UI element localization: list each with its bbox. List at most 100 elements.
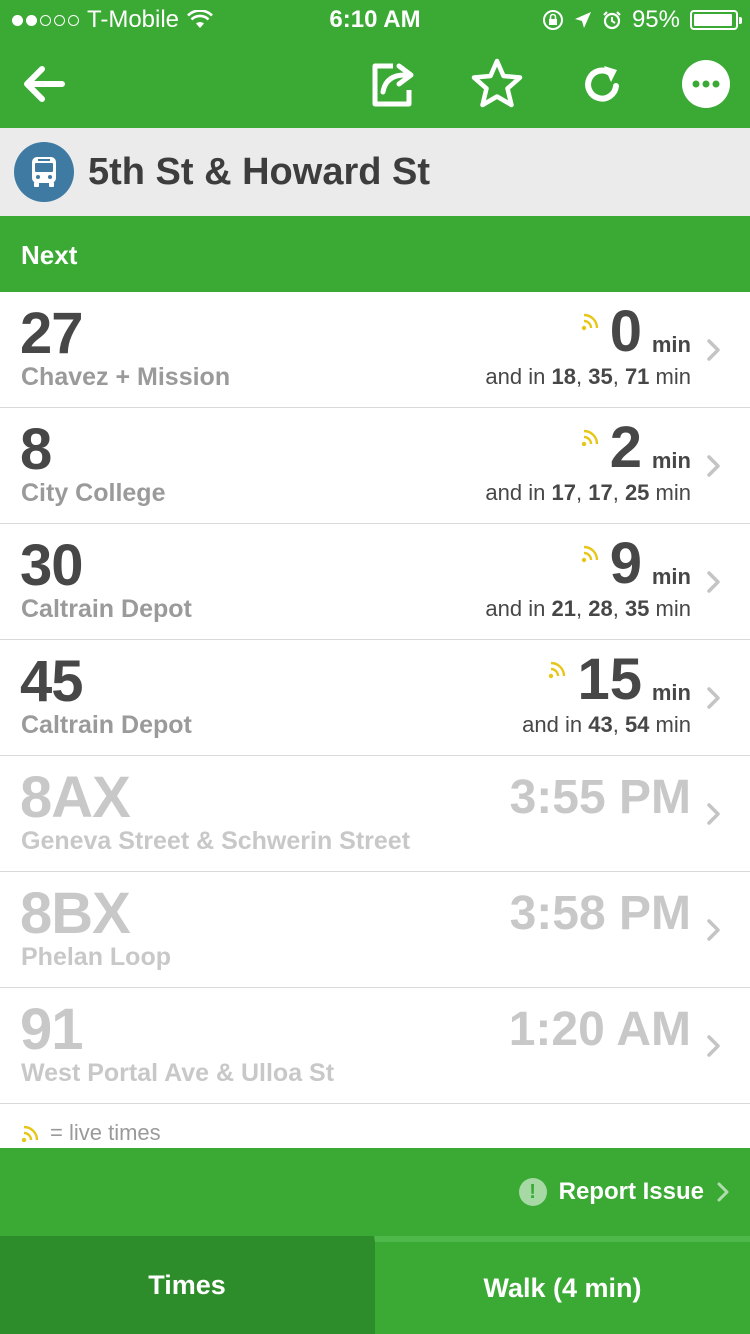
orientation-lock-icon xyxy=(542,10,563,30)
route-number: 45 xyxy=(20,649,84,714)
status-right: 95% xyxy=(542,6,742,34)
next-arrival: 9 xyxy=(609,531,642,596)
share-icon xyxy=(372,63,414,107)
report-bar: ! Report Issue xyxy=(0,1148,750,1236)
route-row[interactable]: 8AX Geneva Street & Schwerin Street 3:55 P… xyxy=(0,756,750,872)
route-number: 8AX xyxy=(20,765,131,830)
chevron-right-icon xyxy=(704,336,724,364)
alert-icon: ! xyxy=(518,1178,547,1206)
arrival-unit: min xyxy=(651,448,691,473)
route-row[interactable]: 30 Caltrain Depot 9 min and in 21, 28, 35 mi… xyxy=(0,524,750,640)
arrival-unit: min xyxy=(651,332,691,357)
arrow-left-icon xyxy=(24,66,65,102)
route-number: 30 xyxy=(20,533,84,598)
more-suffix: min xyxy=(655,480,691,505)
more-suffix: min xyxy=(655,596,691,621)
more-time: 54 xyxy=(624,712,650,737)
chevron-right-icon xyxy=(704,452,724,480)
chevron-right-icon xyxy=(704,684,724,712)
route-number: 27 xyxy=(20,301,84,366)
scheduled-time: 1:20 AM xyxy=(508,1003,691,1056)
location-arrow-icon xyxy=(574,12,591,28)
more-prefix: and in xyxy=(485,480,546,505)
next-arrival: 2 xyxy=(609,415,642,480)
more-button[interactable] xyxy=(666,40,746,128)
tab-walk[interactable]: Walk (4 min) xyxy=(374,1236,750,1334)
section-header-next: Next xyxy=(0,216,750,292)
scheduled-time: 3:55 PM xyxy=(509,771,691,824)
refresh-icon xyxy=(585,66,619,102)
chevron-right-icon xyxy=(704,1032,724,1060)
later-arrivals: and in 21, 28, 35 min xyxy=(485,596,691,621)
next-arrival: 0 xyxy=(609,299,642,364)
route-destination: City College xyxy=(21,479,166,507)
live-signal-icon xyxy=(580,542,602,564)
route-destination: West Portal Ave & Ulloa St xyxy=(21,1059,335,1087)
bottom-tab-bar: Times Walk (4 min) xyxy=(0,1236,750,1334)
more-time: 28 xyxy=(588,596,613,621)
stop-header: 5th St & Howard St xyxy=(0,128,750,216)
chevron-right-icon xyxy=(717,1182,729,1202)
next-arrival: 15 xyxy=(577,647,642,712)
route-number: 91 xyxy=(20,997,84,1062)
route-row[interactable]: 27 Chavez + Mission 0 min and in 18, 35, 71 … xyxy=(0,292,750,408)
route-number: 8 xyxy=(20,417,52,482)
route-row[interactable]: 8BX Phelan Loop 3:58 PM xyxy=(0,872,750,988)
more-time: 35 xyxy=(624,596,650,621)
route-row[interactable]: 91 West Portal Ave & Ulloa St 1:20 AM xyxy=(0,988,750,1104)
more-time: 71 xyxy=(624,364,650,389)
route-destination: Geneva Street & Schwerin Street xyxy=(21,827,411,855)
more-time: 35 xyxy=(588,364,613,389)
scheduled-time: 3:58 PM xyxy=(509,887,691,940)
more-prefix: and in xyxy=(485,364,546,389)
more-time: 18 xyxy=(551,364,576,389)
chevron-right-icon xyxy=(704,568,724,596)
chevron-right-icon xyxy=(704,916,724,944)
live-signal-icon xyxy=(547,658,569,680)
later-arrivals: and in 43, 54 min xyxy=(522,712,691,737)
star-icon xyxy=(471,58,523,108)
live-signal-icon xyxy=(580,310,602,332)
route-destination: Chavez + Mission xyxy=(21,363,231,391)
departures-list: 27 Chavez + Mission 0 min and in 18, 35, 71 … xyxy=(0,292,750,1104)
more-time: 17 xyxy=(588,480,613,505)
more-suffix: min xyxy=(655,364,691,389)
favorite-button[interactable] xyxy=(457,40,537,128)
legend-text: = live times xyxy=(50,1120,161,1145)
more-time: 17 xyxy=(551,480,576,505)
route-number: 8BX xyxy=(20,881,131,946)
more-time: 21 xyxy=(551,596,576,621)
arrival-unit: min xyxy=(651,564,691,589)
share-button[interactable] xyxy=(354,40,434,128)
more-prefix: and in xyxy=(485,596,546,621)
live-signal-icon xyxy=(21,1125,39,1143)
report-issue-label: Report Issue xyxy=(558,1178,704,1205)
report-issue-button[interactable]: ! Report Issue xyxy=(518,1148,730,1236)
arrival-unit: min xyxy=(651,680,691,705)
navigation-bar xyxy=(0,40,750,128)
more-icon xyxy=(682,60,730,108)
live-signal-icon xyxy=(580,426,602,448)
more-time: 25 xyxy=(624,480,650,505)
route-destination: Caltrain Depot xyxy=(21,711,192,739)
battery-icon xyxy=(690,10,742,30)
refresh-button[interactable] xyxy=(562,40,642,128)
chevron-right-icon xyxy=(704,800,724,828)
route-row[interactable]: 8 City College 2 min and in 17, 17, 25 min xyxy=(0,408,750,524)
battery-percent: 95% xyxy=(631,6,680,33)
live-times-legend: = live times xyxy=(20,1120,161,1146)
more-prefix: and in xyxy=(522,712,583,737)
alarm-icon xyxy=(603,11,621,30)
status-bar: T-Mobile 6:10 AM 95% xyxy=(0,0,750,40)
route-destination: Phelan Loop xyxy=(21,943,171,971)
route-destination: Caltrain Depot xyxy=(21,595,192,623)
back-button[interactable] xyxy=(4,40,84,128)
stop-title: 5th St & Howard St xyxy=(88,150,431,193)
later-arrivals: and in 18, 35, 71 min xyxy=(485,364,691,389)
tab-times[interactable]: Times xyxy=(0,1236,374,1334)
route-row[interactable]: 45 Caltrain Depot 15 min and in 43, 54 min xyxy=(0,640,750,756)
more-suffix: min xyxy=(655,712,691,737)
later-arrivals: and in 17, 17, 25 min xyxy=(485,480,691,505)
more-time: 43 xyxy=(588,712,613,737)
bus-icon xyxy=(14,142,74,202)
